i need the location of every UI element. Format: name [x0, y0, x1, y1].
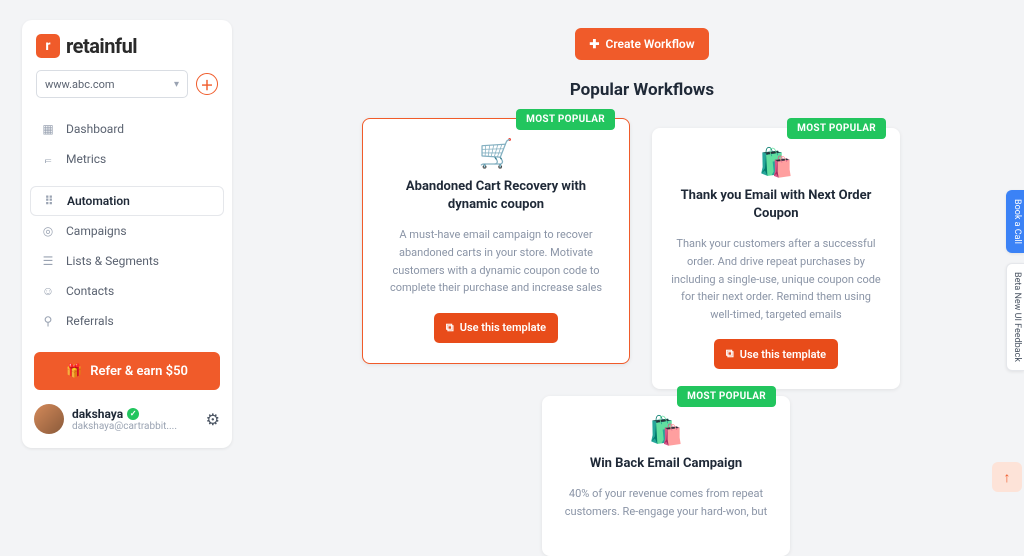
nav-label: Dashboard: [66, 122, 124, 136]
plus-icon: ✚: [589, 37, 599, 51]
cart-icon: 🛒: [381, 137, 611, 170]
main-content: ✚ Create Workflow Popular Workflows MOST…: [260, 0, 1024, 502]
contacts-icon: ☺: [40, 283, 56, 299]
chevron-down-icon: ▾: [174, 79, 179, 90]
user-email: dakshaya@cartrabbit....: [72, 421, 198, 432]
workflow-card-description: 40% of your revenue comes from repeat cu…: [560, 485, 772, 520]
nav-item-metrics[interactable]: ⫭ Metrics: [30, 144, 224, 174]
dashboard-icon: ▦: [40, 121, 56, 137]
nav-item-contacts[interactable]: ☺ Contacts: [30, 276, 224, 306]
domain-row: www.abc.com ▾ ＋: [22, 70, 232, 110]
section-title: Popular Workflows: [260, 80, 1024, 100]
workflow-card-title: Thank you Email with Next Order Coupon: [670, 187, 882, 223]
primary-nav: ▦ Dashboard ⫭ Metrics ⠿ Automation ◎ Cam…: [22, 110, 232, 340]
nav-label: Campaigns: [66, 224, 127, 238]
nav-item-campaigns[interactable]: ◎ Campaigns: [30, 216, 224, 246]
use-template-label: Use this template: [460, 321, 546, 334]
domain-value: www.abc.com: [45, 78, 115, 91]
brand-badge-icon: r: [36, 34, 60, 58]
verified-badge-icon: ✓: [127, 408, 139, 420]
book-a-call-tab[interactable]: Book a Call: [1006, 190, 1024, 253]
right-rail: Book a Call Beta New UI Feedback: [1006, 190, 1024, 371]
shopping-bags-icon: 🛍️: [560, 414, 772, 447]
brand-logo: r retainful: [22, 34, 232, 70]
settings-gear-icon[interactable]: ⚙: [206, 410, 220, 429]
nav-label: Lists & Segments: [66, 254, 159, 268]
user-account-row[interactable]: dakshaya ✓ dakshaya@cartrabbit.... ⚙: [22, 390, 232, 434]
domain-select[interactable]: www.abc.com ▾: [36, 70, 188, 98]
workflow-card-description: Thank your customers after a successful …: [670, 235, 882, 323]
user-name: dakshaya: [72, 407, 123, 421]
nav-label: Contacts: [66, 284, 114, 298]
most-popular-badge: MOST POPULAR: [516, 109, 615, 130]
shopping-bags-icon: 🛍️: [670, 146, 882, 179]
use-template-button[interactable]: ⧉ Use this template: [714, 339, 838, 369]
nav-label: Referrals: [66, 314, 114, 328]
nav-item-dashboard[interactable]: ▦ Dashboard: [30, 114, 224, 144]
gift-icon: 🎁: [66, 364, 82, 379]
nav-label: Automation: [67, 194, 130, 208]
sidebar: r retainful www.abc.com ▾ ＋ ▦ Dashboard …: [22, 20, 232, 448]
refer-earn-button[interactable]: 🎁 Refer & earn $50: [34, 352, 220, 390]
refer-label: Refer & earn $50: [90, 364, 188, 379]
create-workflow-button[interactable]: ✚ Create Workflow: [575, 28, 708, 60]
nav-item-referrals[interactable]: ⚲ Referrals: [30, 306, 224, 336]
scroll-to-top-button[interactable]: ↑: [992, 462, 1022, 492]
workflow-card-description: A must-have email campaign to recover ab…: [381, 226, 611, 296]
nav-label: Metrics: [66, 152, 106, 166]
referrals-icon: ⚲: [40, 313, 56, 329]
automation-icon: ⠿: [41, 193, 57, 209]
campaigns-icon: ◎: [40, 223, 56, 239]
arrow-up-icon: ↑: [1004, 469, 1011, 486]
lists-icon: ☰: [40, 253, 56, 269]
workflow-card-thank-you: MOST POPULAR 🛍️ Thank you Email with Nex…: [652, 128, 900, 389]
workflow-card-win-back: MOST POPULAR 🛍️ Win Back Email Campaign …: [542, 396, 790, 556]
most-popular-badge: MOST POPULAR: [677, 386, 776, 407]
create-workflow-label: Create Workflow: [605, 37, 694, 51]
use-template-label: Use this template: [740, 348, 826, 361]
avatar: [34, 404, 64, 434]
workflow-card-title: Win Back Email Campaign: [560, 455, 772, 473]
open-icon: ⧉: [726, 347, 734, 361]
brand-name: retainful: [66, 34, 137, 58]
workflow-card-abandoned-cart: MOST POPULAR 🛒 Abandoned Cart Recovery w…: [362, 118, 630, 364]
use-template-button[interactable]: ⧉ Use this template: [434, 313, 558, 343]
user-meta: dakshaya ✓ dakshaya@cartrabbit....: [72, 407, 198, 432]
feedback-tab[interactable]: Beta New UI Feedback: [1006, 263, 1024, 371]
open-icon: ⧉: [446, 321, 454, 335]
nav-item-automation[interactable]: ⠿ Automation: [30, 186, 224, 216]
metrics-icon: ⫭: [40, 151, 56, 167]
add-store-button[interactable]: ＋: [196, 73, 218, 95]
workflow-card-title: Abandoned Cart Recovery with dynamic cou…: [381, 178, 611, 214]
most-popular-badge: MOST POPULAR: [787, 118, 886, 139]
nav-item-lists[interactable]: ☰ Lists & Segments: [30, 246, 224, 276]
